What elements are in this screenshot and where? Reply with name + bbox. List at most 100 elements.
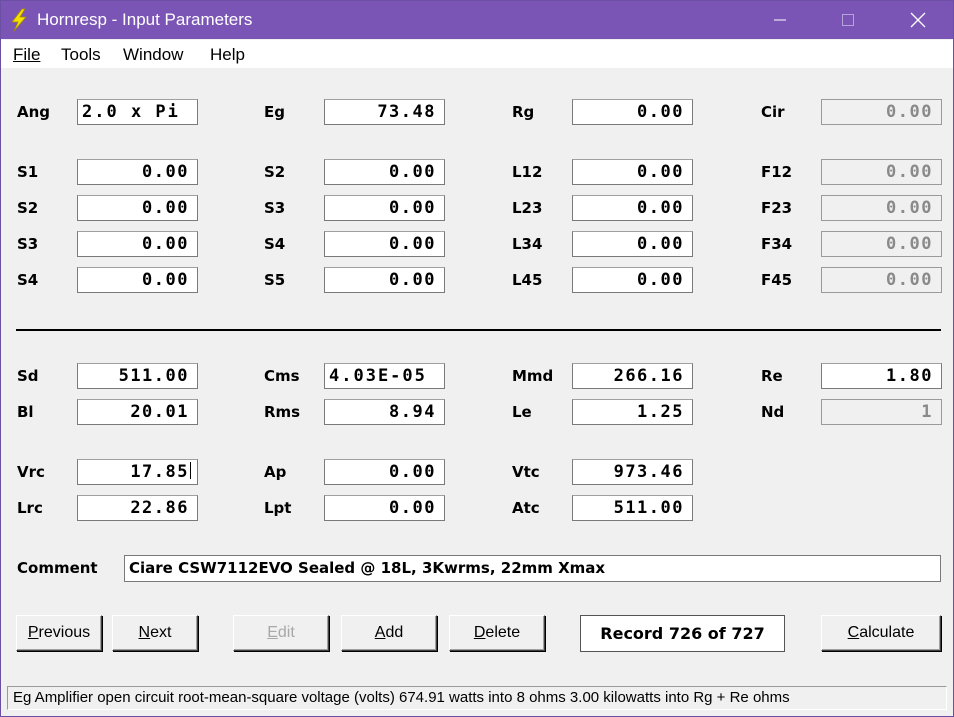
label-rms: Rms bbox=[264, 403, 301, 421]
label-bl: Bl bbox=[17, 403, 34, 421]
next-accel: N bbox=[138, 624, 151, 641]
previous-label: revious bbox=[38, 624, 91, 641]
menu-window-label: Window bbox=[123, 45, 184, 64]
bl-field[interactable]: 20.01 bbox=[77, 399, 198, 425]
eg-field[interactable]: 73.48 bbox=[324, 99, 445, 125]
add-accel: A bbox=[374, 624, 386, 641]
l12-field[interactable]: 0.00 bbox=[572, 159, 693, 185]
vtc-field[interactable]: 973.46 bbox=[572, 459, 693, 485]
next-button[interactable]: Next bbox=[112, 615, 198, 651]
title-bar[interactable]: Hornresp - Input Parameters bbox=[1, 1, 953, 39]
f45-field: 0.00 bbox=[821, 267, 942, 293]
label-eg: Eg bbox=[264, 103, 285, 121]
s2-field[interactable]: 0.00 bbox=[77, 195, 198, 221]
s3b-field[interactable]: 0.00 bbox=[324, 195, 445, 221]
minimize-icon bbox=[774, 19, 786, 21]
label-comment: Comment bbox=[17, 559, 98, 577]
label-l12: L12 bbox=[512, 163, 543, 181]
label-l34: L34 bbox=[512, 235, 543, 253]
menu-bar: File Tools Window Help bbox=[1, 40, 953, 68]
lrc-field[interactable]: 22.86 bbox=[77, 495, 198, 521]
label-s4b: S4 bbox=[264, 235, 286, 253]
add-label: dd bbox=[385, 624, 404, 641]
previous-button[interactable]: Previous bbox=[16, 615, 102, 651]
label-mmd: Mmd bbox=[512, 367, 554, 385]
label-nd: Nd bbox=[761, 403, 785, 421]
label-ap: Ap bbox=[264, 463, 287, 481]
close-button[interactable] bbox=[895, 1, 941, 39]
mmd-field[interactable]: 266.16 bbox=[572, 363, 693, 389]
calculate-button[interactable]: Calculate bbox=[821, 615, 941, 651]
l23-field[interactable]: 0.00 bbox=[572, 195, 693, 221]
s2b-field[interactable]: 0.00 bbox=[324, 159, 445, 185]
label-s2b: S2 bbox=[264, 163, 286, 181]
previous-accel: P bbox=[27, 624, 39, 641]
close-icon bbox=[910, 12, 926, 28]
l45-field[interactable]: 0.00 bbox=[572, 267, 693, 293]
label-f23: F23 bbox=[761, 199, 793, 217]
s3-field[interactable]: 0.00 bbox=[77, 231, 198, 257]
window-title: Hornresp - Input Parameters bbox=[37, 10, 253, 29]
maximize-icon bbox=[842, 14, 854, 26]
vrc-value: 17.85 bbox=[130, 462, 189, 482]
l34-field[interactable]: 0.00 bbox=[572, 231, 693, 257]
label-lpt: Lpt bbox=[264, 499, 292, 517]
label-s1: S1 bbox=[17, 163, 39, 181]
record-indicator: Record 726 of 727 bbox=[580, 615, 785, 652]
f23-field: 0.00 bbox=[821, 195, 942, 221]
menu-help-label: Help bbox=[210, 45, 245, 64]
label-s3: S3 bbox=[17, 235, 39, 253]
s4-field[interactable]: 0.00 bbox=[77, 267, 198, 293]
comment-field[interactable]: Ciare CSW7112EVO Sealed @ 18L, 3Kwrms, 2… bbox=[124, 555, 941, 582]
section-divider bbox=[16, 329, 941, 331]
edit-label: dit bbox=[277, 624, 295, 641]
minimize-button[interactable] bbox=[757, 1, 803, 39]
delete-button[interactable]: Delete bbox=[449, 615, 545, 651]
rms-field[interactable]: 8.94 bbox=[324, 399, 445, 425]
calculate-label: alculate bbox=[859, 624, 915, 641]
menu-help[interactable]: Help bbox=[210, 45, 245, 65]
le-field[interactable]: 1.25 bbox=[572, 399, 693, 425]
re-field[interactable]: 1.80 bbox=[821, 363, 942, 389]
label-vtc: Vtc bbox=[512, 463, 540, 481]
cir-field: 0.00 bbox=[821, 99, 942, 125]
menu-file-label: File bbox=[13, 45, 41, 64]
rg-field[interactable]: 0.00 bbox=[572, 99, 693, 125]
sd-field[interactable]: 511.00 bbox=[77, 363, 198, 389]
s1-field[interactable]: 0.00 bbox=[77, 159, 198, 185]
atc-field[interactable]: 511.00 bbox=[572, 495, 693, 521]
label-f34: F34 bbox=[761, 235, 793, 253]
vrc-field[interactable]: 17.85 bbox=[77, 459, 198, 485]
edit-accel: E bbox=[267, 624, 278, 641]
label-s5: S5 bbox=[264, 271, 286, 289]
calculate-accel: C bbox=[847, 624, 860, 641]
s4b-field[interactable]: 0.00 bbox=[324, 231, 445, 257]
add-button[interactable]: Add bbox=[341, 615, 437, 651]
delete-accel: D bbox=[473, 624, 486, 641]
next-label: ext bbox=[150, 624, 172, 641]
ang-field[interactable]: 2.0 x Pi bbox=[77, 99, 198, 125]
maximize-button bbox=[825, 1, 871, 39]
label-f12: F12 bbox=[761, 163, 793, 181]
label-sd: Sd bbox=[17, 367, 39, 385]
label-cir: Cir bbox=[761, 103, 785, 121]
label-s2: S2 bbox=[17, 199, 39, 217]
menu-tools[interactable]: Tools bbox=[61, 45, 101, 65]
label-re: Re bbox=[761, 367, 783, 385]
ap-field[interactable]: 0.00 bbox=[324, 459, 445, 485]
lpt-field[interactable]: 0.00 bbox=[324, 495, 445, 521]
label-cms: Cms bbox=[264, 367, 300, 385]
hornresp-window: Hornresp - Input Parameters File Tools W… bbox=[0, 0, 954, 717]
label-le: Le bbox=[512, 403, 532, 421]
label-vrc: Vrc bbox=[17, 463, 45, 481]
label-rg: Rg bbox=[512, 103, 535, 121]
f34-field: 0.00 bbox=[821, 231, 942, 257]
label-ang: Ang bbox=[17, 103, 51, 121]
menu-file[interactable]: File bbox=[13, 45, 40, 65]
label-atc: Atc bbox=[512, 499, 540, 517]
label-s3b: S3 bbox=[264, 199, 286, 217]
cms-field[interactable]: 4.03E-05 bbox=[324, 363, 445, 389]
s5-field[interactable]: 0.00 bbox=[324, 267, 445, 293]
label-l45: L45 bbox=[512, 271, 543, 289]
menu-window[interactable]: Window bbox=[123, 45, 183, 65]
